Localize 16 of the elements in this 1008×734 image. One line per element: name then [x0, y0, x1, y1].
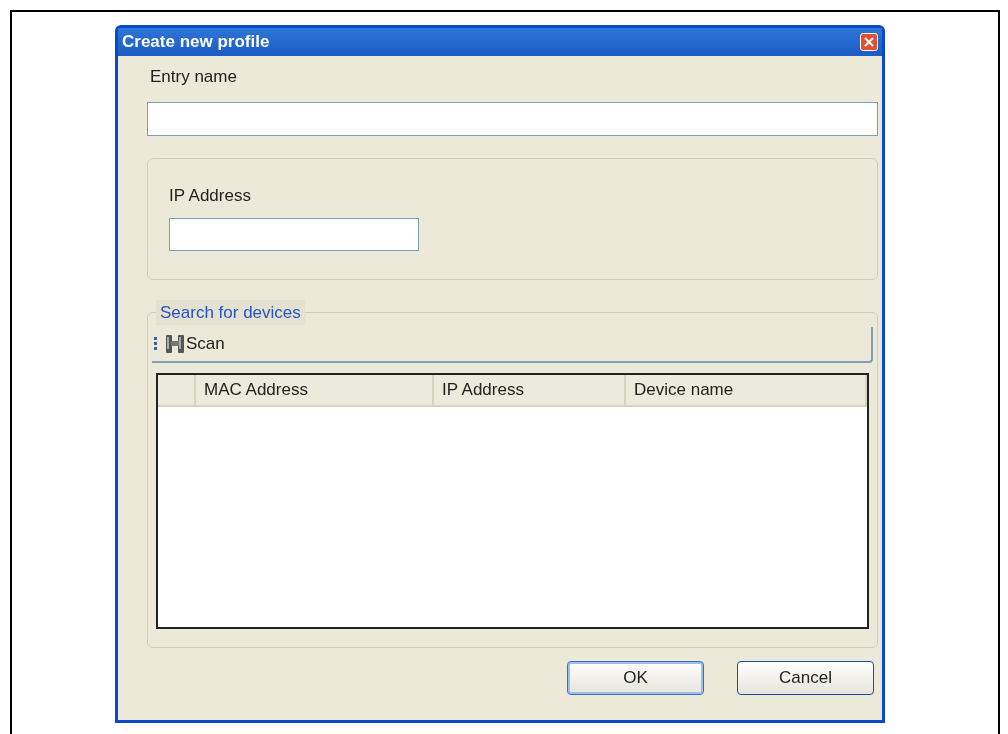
window-title: Create new profile — [122, 31, 270, 54]
column-header[interactable]: MAC Address — [196, 374, 434, 405]
column-header[interactable]: IP Address — [434, 374, 626, 405]
close-button[interactable] — [860, 33, 878, 51]
group-legend: Search for devices — [156, 299, 305, 325]
dialog-button[interactable]: Cancel — [737, 660, 874, 695]
scan-button[interactable]: Scan — [162, 330, 227, 357]
grip-icon — [154, 336, 158, 351]
field-label: Entry name — [150, 66, 238, 88]
ip-address-field[interactable] — [169, 218, 419, 251]
column-header[interactable]: Device name — [626, 374, 867, 405]
entry-name-field[interactable] — [147, 101, 878, 136]
field-label: IP Address — [169, 184, 252, 207]
close-icon — [864, 37, 874, 47]
dialog-button[interactable]: OK — [567, 660, 704, 695]
binoculars-icon — [164, 332, 186, 355]
